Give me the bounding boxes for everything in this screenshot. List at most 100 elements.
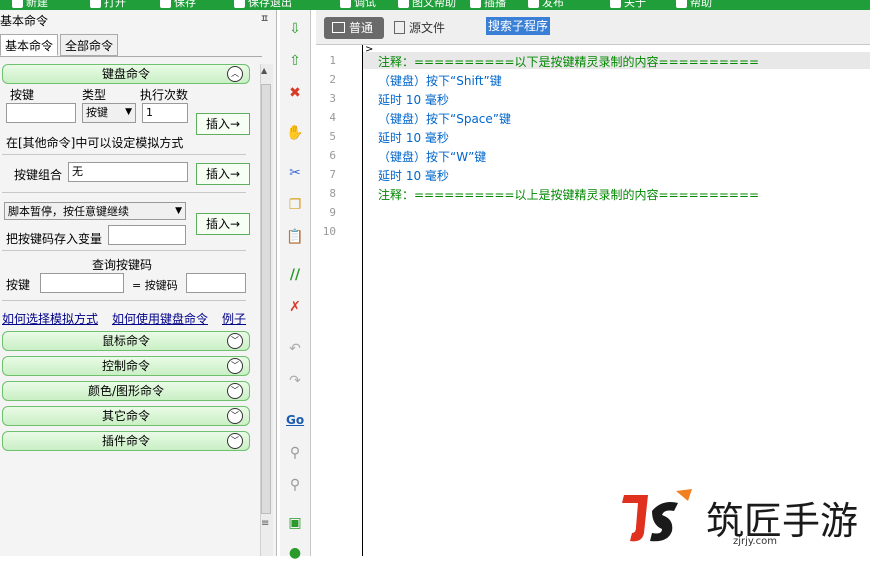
separator	[2, 300, 246, 301]
code-line[interactable]: 注释：==========以上是按键精灵录制的内容==========	[378, 186, 759, 203]
separator	[2, 192, 246, 193]
line-number: 6	[329, 149, 336, 162]
chevron-down-icon[interactable]: ﹀	[227, 333, 243, 349]
caret-marker-icon: >	[365, 44, 374, 55]
tab-source-mode[interactable]: 源文件	[392, 17, 452, 39]
about-icon	[610, 0, 621, 8]
watermark-logo	[622, 489, 692, 542]
dropdown-arrow-icon: ▼	[175, 206, 182, 216]
toolbar-publish-button[interactable]: 发布	[528, 0, 564, 10]
combo-label: 按键组合	[14, 168, 63, 182]
group-keyboard-commands[interactable]: 键盘命令 ︿	[2, 64, 250, 84]
paste-icon[interactable]: 📋	[286, 228, 304, 246]
arrow-down-icon[interactable]: ⇩	[286, 20, 304, 38]
code-line[interactable]: （键盘）按下“Shift”键	[378, 72, 502, 89]
key-input[interactable]	[6, 103, 76, 123]
redo-icon[interactable]: ↷	[286, 372, 304, 390]
scroll-grip-icon[interactable]: ≡	[261, 518, 269, 529]
hand-icon[interactable]: ✋	[286, 124, 304, 142]
tab-basic-commands[interactable]: 基本命令	[0, 34, 58, 56]
toolbar-help-doc-button[interactable]: 图文帮助	[398, 0, 456, 10]
code-line[interactable]: 延时 10 毫秒	[378, 91, 449, 108]
code-line[interactable]: 注释：==========以下是按键精灵录制的内容==========	[378, 53, 759, 70]
code-line[interactable]: （键盘）按下“W”键	[378, 148, 486, 165]
watermark-brand: 筑匠手游	[706, 499, 859, 543]
combo-input[interactable]: 无	[68, 162, 188, 182]
save-icon	[160, 0, 171, 8]
tabs-divider	[0, 56, 262, 57]
pin-icon[interactable]: ㅍ	[260, 14, 270, 26]
group-mouse-commands[interactable]: 鼠标命令 ﹀	[2, 331, 250, 351]
source-file-icon	[394, 21, 405, 34]
code-line[interactable]: （键盘）按下“Space”键	[378, 110, 511, 127]
query-code-input[interactable]	[186, 273, 246, 293]
link-simulation-mode[interactable]: 如何选择模拟方式	[2, 310, 98, 327]
link-example[interactable]: 例子	[222, 310, 246, 327]
group-plugin-commands[interactable]: 插件命令 ﹀	[2, 431, 250, 451]
uncomment-icon[interactable]: ✗	[286, 298, 304, 316]
query-key-label: 按键	[6, 278, 31, 292]
globe-icon[interactable]: ●	[286, 544, 304, 562]
separator	[2, 154, 246, 155]
insert-icon	[470, 0, 481, 8]
search-subroutine-field[interactable]: 搜索子程序	[486, 17, 551, 35]
panel-title: 基本命令	[0, 14, 49, 28]
panel-icon[interactable]: ▣	[286, 514, 304, 532]
query-code-label: = 按键码	[132, 279, 178, 292]
group-color-commands[interactable]: 颜色/图形命令 ﹀	[2, 381, 250, 401]
chevron-down-icon[interactable]: ﹀	[227, 383, 243, 399]
find-icon[interactable]: ⚲	[286, 444, 304, 462]
times-input[interactable]: 1	[142, 103, 188, 123]
line-number: 8	[329, 187, 336, 200]
toolbar-save-exit-button[interactable]: 保存退出	[234, 0, 292, 10]
toolbar-open-button[interactable]: 打开	[90, 0, 126, 10]
times-label: 执行次数	[140, 88, 189, 102]
go-icon[interactable]: Go	[286, 411, 304, 429]
type-label: 类型	[82, 88, 107, 102]
line-number: 1	[329, 54, 336, 67]
new-icon	[12, 0, 23, 8]
delete-icon[interactable]: ✖	[286, 84, 304, 102]
separator	[2, 250, 246, 251]
chevron-up-icon[interactable]: ︿	[227, 66, 243, 82]
comment-icon[interactable]: //	[286, 266, 304, 284]
chevron-down-icon[interactable]: ﹀	[227, 358, 243, 374]
chevron-down-icon[interactable]: ﹀	[227, 408, 243, 424]
save-exit-icon	[234, 0, 245, 8]
save-var-input[interactable]	[108, 225, 186, 245]
insert-pause-button[interactable]: 插入→	[196, 213, 250, 235]
tab-normal-mode[interactable]: 普通	[324, 17, 384, 39]
group-other-commands[interactable]: 其它命令 ﹀	[2, 406, 250, 426]
toolbar-insert-button[interactable]: 插播	[470, 0, 506, 10]
toolbar-help-button[interactable]: 帮助	[676, 0, 712, 10]
chevron-down-icon[interactable]: ﹀	[227, 433, 243, 449]
link-keyboard-usage[interactable]: 如何使用键盘命令	[112, 310, 208, 327]
help-icon	[676, 0, 687, 8]
arrow-up-icon[interactable]: ⇧	[286, 52, 304, 70]
toolbar-debug-button[interactable]: 调试	[340, 0, 376, 10]
line-number: 4	[329, 111, 336, 124]
pause-select[interactable]: 脚本暂停，按任意键继续 ▼	[4, 202, 186, 220]
scroll-up-icon[interactable]: ▲	[261, 66, 267, 75]
panel-scrollbar-thumb[interactable]	[261, 84, 271, 514]
insert-key-button[interactable]: 插入→	[196, 113, 250, 135]
query-title: 查询按键码	[92, 258, 153, 272]
query-key-input[interactable]	[40, 273, 124, 293]
code-line[interactable]: 延时 10 毫秒	[378, 167, 449, 184]
line-number: 7	[329, 168, 336, 181]
code-line[interactable]: 延时 10 毫秒	[378, 129, 449, 146]
key-label: 按键	[10, 88, 35, 102]
toolbar-about-button[interactable]: 关于	[610, 0, 646, 10]
undo-icon[interactable]: ↶	[286, 340, 304, 358]
toolbar-save-button[interactable]: 保存	[160, 0, 196, 10]
type-select[interactable]: 按键 ▼	[82, 103, 136, 123]
cut-icon[interactable]: ✂	[286, 164, 304, 182]
debug-icon	[340, 0, 351, 8]
find-next-icon[interactable]: ⚲	[286, 476, 304, 494]
tab-all-commands[interactable]: 全部命令	[60, 34, 118, 56]
insert-combo-button[interactable]: 插入→	[196, 163, 250, 185]
help-doc-icon	[398, 0, 409, 8]
toolbar-new-button[interactable]: 新建	[12, 0, 48, 10]
group-control-commands[interactable]: 控制命令 ﹀	[2, 356, 250, 376]
copy-icon[interactable]: ❐	[286, 196, 304, 214]
